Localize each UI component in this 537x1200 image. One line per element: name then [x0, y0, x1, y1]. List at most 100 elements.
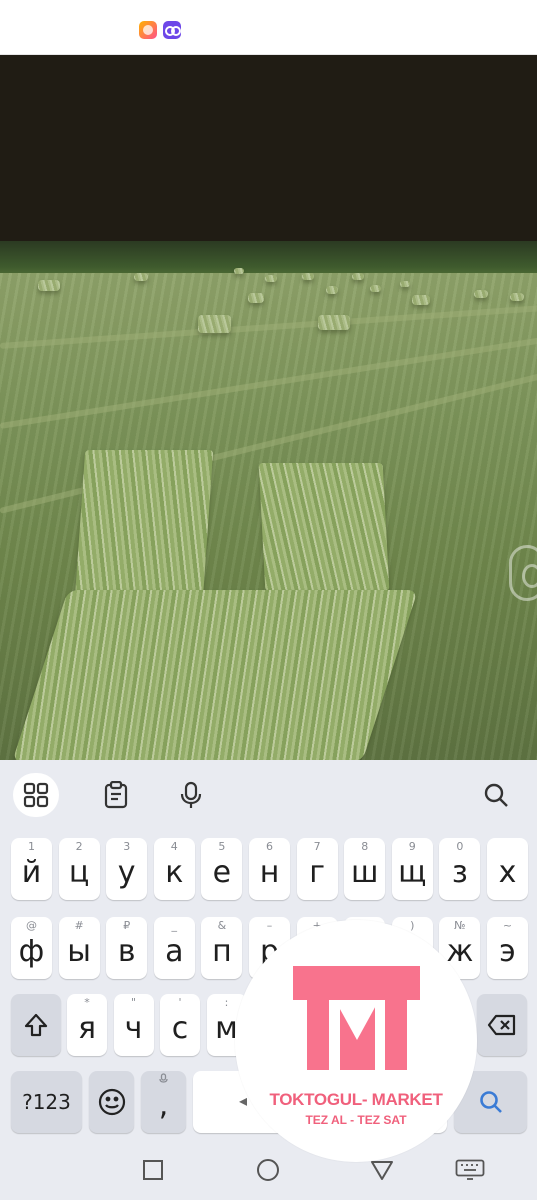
photo-dark-band — [0, 55, 537, 241]
key-row2-1[interactable]: # ы — [58, 917, 100, 979]
recent-apps-icon[interactable] — [138, 1155, 168, 1185]
hay-bale — [352, 273, 364, 280]
search-icon[interactable] — [473, 773, 519, 817]
keyboard-switch-icon[interactable] — [453, 1155, 487, 1185]
symbols-key-label: ?123 — [22, 1090, 71, 1114]
hay-bale — [400, 281, 410, 287]
key-hint: ' — [178, 996, 182, 1009]
key-row2-3[interactable]: _ а — [153, 917, 195, 979]
logo-letter-mark — [293, 966, 420, 1070]
key-hint: 3 — [123, 840, 131, 853]
key-hint: _ — [171, 919, 178, 932]
status-bar — [0, 0, 537, 55]
hay-bale — [370, 285, 381, 292]
key-hint: 9 — [408, 840, 416, 853]
hay-bale — [198, 315, 231, 333]
comma-key-label: , — [158, 1087, 169, 1123]
key-hint: ₽ — [123, 919, 131, 932]
navigation-bar — [0, 1140, 537, 1200]
key-label: а — [165, 933, 184, 969]
hay-bale — [38, 280, 60, 291]
backspace-key[interactable] — [477, 994, 527, 1056]
key-row1-4[interactable]: 5е — [201, 838, 243, 900]
infinity-app-icon — [163, 21, 181, 39]
hay-bale — [248, 293, 264, 303]
hay-bale-large — [258, 463, 390, 591]
comma-key-mic-hint — [141, 1073, 186, 1088]
key-hint: 8 — [361, 840, 369, 853]
symbols-key[interactable]: ?123 — [11, 1071, 82, 1133]
hay-bale — [412, 295, 430, 305]
key-label: й — [21, 854, 42, 890]
key-hint: 4 — [170, 840, 178, 853]
hay-bale — [134, 273, 148, 281]
logo-brand-name: TOKTOGUL- MARKET — [269, 1090, 443, 1109]
key-label: н — [259, 854, 280, 890]
emoji-icon — [98, 1088, 125, 1116]
key-label: щ — [398, 854, 427, 890]
key-hint: ~ — [502, 919, 513, 932]
key-row1-1[interactable]: 2ц — [58, 838, 100, 900]
key-label: з — [451, 854, 468, 890]
key-hint: 6 — [266, 840, 273, 853]
key-row3-0[interactable]: * я — [67, 994, 107, 1056]
home-icon[interactable] — [253, 1155, 283, 1185]
comma-key[interactable]: , — [141, 1071, 186, 1133]
backspace-icon — [487, 1014, 516, 1036]
shift-key[interactable] — [11, 994, 61, 1056]
key-label: х — [498, 854, 517, 890]
key-label: с — [171, 1010, 189, 1046]
key-row1-10[interactable]: х — [487, 838, 528, 900]
key-row1-7[interactable]: 8ш — [344, 838, 386, 900]
key-hint: 7 — [313, 840, 321, 853]
key-label: е — [212, 854, 232, 890]
key-hint: @ — [26, 919, 37, 932]
key-hint: " — [130, 996, 137, 1009]
keyboard-toolbar — [0, 760, 537, 830]
key-row2-0[interactable]: @ ф — [11, 917, 52, 979]
key-label: я — [77, 1010, 97, 1046]
hay-bales-photo — [0, 55, 537, 760]
gallery-app-icon — [139, 21, 157, 39]
emoji-key[interactable] — [89, 1071, 134, 1133]
key-label: у — [117, 854, 136, 890]
key-hint: 2 — [75, 840, 83, 853]
toktogul-market-logo: TOKTOGUL- MARKET TEZ AL - TEZ SAT — [235, 920, 477, 1162]
key-row1-0[interactable]: 1й — [11, 838, 52, 900]
hay-bale — [326, 286, 338, 294]
hay-bale — [234, 268, 244, 274]
hay-bale-large — [12, 590, 418, 760]
shift-icon — [24, 1013, 48, 1037]
key-row3-1[interactable]: " ч — [113, 994, 154, 1056]
microphone-icon[interactable] — [168, 773, 214, 817]
key-label: г — [309, 854, 325, 890]
key-row2-10[interactable]: ~ э — [487, 917, 528, 979]
key-hint: 0 — [456, 840, 464, 853]
logo-tagline: TEZ AL - TEZ SAT — [305, 1113, 407, 1127]
search-action-icon — [479, 1091, 502, 1113]
floating-assist-button[interactable] — [509, 545, 537, 601]
key-label: ц — [68, 854, 90, 890]
key-row1-5[interactable]: 6н — [249, 838, 290, 900]
hay-bale — [318, 315, 350, 330]
key-label: в — [117, 933, 136, 969]
key-row2-2[interactable]: ₽ в — [106, 917, 148, 979]
key-row1-8[interactable]: 9щ — [391, 838, 433, 900]
key-row1-3[interactable]: 4к — [153, 838, 195, 900]
hay-bale-large — [74, 450, 214, 600]
key-hint: * — [84, 996, 90, 1009]
key-hint: 1 — [28, 840, 35, 853]
key-row1-9[interactable]: 0з — [439, 838, 481, 900]
key-hint: 5 — [218, 840, 226, 853]
hay-bale — [510, 293, 524, 301]
key-label: ы — [67, 933, 91, 969]
key-row1-2[interactable]: 3у — [106, 838, 148, 900]
key-label: п — [212, 933, 232, 969]
key-label: ч — [124, 1010, 143, 1046]
key-label: э — [499, 933, 516, 969]
key-row1-6[interactable]: 7г — [296, 838, 338, 900]
key-row3-2[interactable]: ' с — [160, 994, 200, 1056]
clipboard-icon[interactable] — [93, 773, 139, 817]
key-label: ф — [18, 933, 45, 969]
grid-icon[interactable] — [13, 773, 59, 817]
